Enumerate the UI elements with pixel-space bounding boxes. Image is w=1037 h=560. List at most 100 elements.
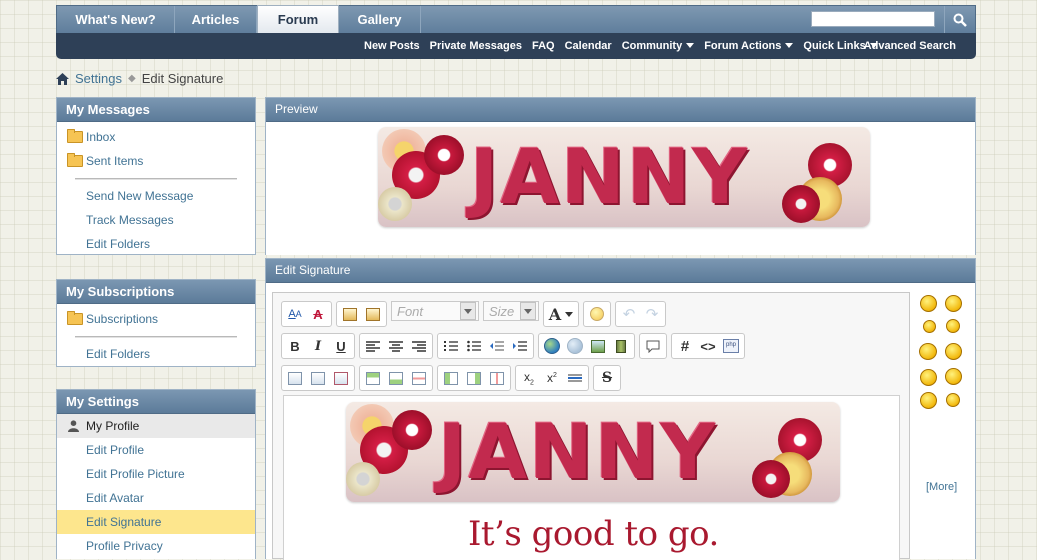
- navbar-tabs: What's New? Articles Forum Gallery: [56, 5, 976, 34]
- smiley-icon[interactable]: [920, 392, 937, 409]
- quote-icon[interactable]: [643, 337, 663, 355]
- sidebar-item-inbox[interactable]: Inbox: [57, 125, 255, 149]
- outdent-icon[interactable]: [487, 337, 507, 355]
- tab-gallery[interactable]: Gallery: [339, 6, 421, 33]
- insert-link-icon[interactable]: [542, 337, 562, 355]
- breadcrumb-settings[interactable]: Settings: [75, 71, 122, 86]
- italic-icon[interactable]: I: [308, 337, 328, 355]
- redo-icon[interactable]: ↷: [642, 305, 662, 323]
- toolbar-group: x2 x2: [515, 365, 589, 391]
- text-color-icon[interactable]: A: [547, 305, 575, 324]
- my-messages-title: My Messages: [57, 98, 255, 122]
- remove-format-icon[interactable]: A: [308, 305, 328, 323]
- sidebar-item-edit-folders[interactable]: Edit Folders: [57, 232, 255, 256]
- smiley-icon[interactable]: [945, 343, 962, 360]
- sidebar-item-label: Sent Items: [86, 154, 144, 168]
- smiley-icon[interactable]: [920, 369, 937, 386]
- smiley-icon[interactable]: [945, 368, 962, 385]
- search-button[interactable]: [944, 6, 975, 33]
- breadcrumb-separator-icon: ◆: [127, 73, 136, 84]
- subnav-new-posts[interactable]: New Posts: [359, 33, 425, 59]
- toolbar-group: # <> php: [671, 333, 745, 359]
- wrap-php-icon[interactable]: php: [721, 337, 741, 355]
- toolbar-group: AA A: [281, 301, 332, 327]
- insert-row-below-icon[interactable]: [386, 369, 406, 387]
- insert-row-above-icon[interactable]: [363, 369, 383, 387]
- janny-banner: JANNY: [346, 402, 840, 502]
- underline-icon[interactable]: U: [331, 337, 351, 355]
- text-size-icon[interactable]: AA: [285, 305, 305, 323]
- strikethrough-icon[interactable]: S: [597, 369, 617, 387]
- font-select[interactable]: Font: [391, 301, 479, 321]
- horizontal-rule-icon[interactable]: [565, 369, 585, 387]
- sidebar-item-edit-signature[interactable]: Edit Signature: [57, 510, 255, 534]
- paste-icon[interactable]: [340, 305, 360, 323]
- subnav-calendar[interactable]: Calendar: [560, 33, 617, 59]
- insert-image-icon[interactable]: [588, 337, 608, 355]
- search-input[interactable]: [811, 11, 935, 27]
- sidebar-item-profile-privacy[interactable]: Profile Privacy: [57, 534, 255, 558]
- paste-text-icon[interactable]: [363, 305, 383, 323]
- sidebar-item-edit-folders[interactable]: Edit Folders: [57, 342, 255, 366]
- tab-articles[interactable]: Articles: [175, 6, 257, 33]
- breadcrumb-current: Edit Signature: [141, 71, 224, 86]
- table-properties-icon[interactable]: [308, 369, 328, 387]
- smiley-icon[interactable]: [946, 319, 960, 333]
- folder-icon: [67, 153, 83, 167]
- delete-table-icon[interactable]: [331, 369, 351, 387]
- tab-forum[interactable]: Forum: [257, 5, 339, 34]
- flower-decoration: [392, 410, 432, 450]
- size-select[interactable]: Size: [483, 301, 539, 321]
- smiley-icon[interactable]: [920, 295, 937, 312]
- delete-column-icon[interactable]: [487, 369, 507, 387]
- home-icon[interactable]: [56, 72, 69, 85]
- smiley-icon[interactable]: [587, 305, 607, 323]
- insert-column-right-icon[interactable]: [464, 369, 484, 387]
- align-center-icon[interactable]: [386, 337, 406, 355]
- smiley-icon[interactable]: [945, 295, 962, 312]
- smiley-icon[interactable]: [923, 320, 936, 333]
- sidebar-item-edit-profile-picture[interactable]: Edit Profile Picture: [57, 462, 255, 486]
- toolbar-group: [583, 301, 611, 327]
- indent-icon[interactable]: [510, 337, 530, 355]
- sidebar-item-sent-items[interactable]: Sent Items: [57, 149, 255, 173]
- wrap-code-html-icon[interactable]: <>: [698, 337, 718, 355]
- sidebar-item-edit-avatar[interactable]: Edit Avatar: [57, 486, 255, 510]
- subnav-community[interactable]: Community: [617, 33, 700, 59]
- sidebar-item-edit-profile[interactable]: Edit Profile: [57, 438, 255, 462]
- sidebar-item-subscriptions[interactable]: Subscriptions: [57, 307, 255, 331]
- bold-icon[interactable]: B: [285, 337, 305, 355]
- delete-row-icon[interactable]: [409, 369, 429, 387]
- align-right-icon[interactable]: [409, 337, 429, 355]
- toolbar-row-1: AA A Font Size A ↶ ↷: [281, 301, 666, 327]
- unordered-list-icon[interactable]: [464, 337, 484, 355]
- remove-link-icon[interactable]: [565, 337, 585, 355]
- wrap-code-hash-icon[interactable]: #: [675, 337, 695, 355]
- flower-decoration: [782, 185, 820, 223]
- undo-icon[interactable]: ↶: [619, 305, 639, 323]
- flower-decoration: [752, 460, 790, 498]
- insert-column-left-icon[interactable]: [441, 369, 461, 387]
- signature-editor-content[interactable]: JANNY It’s good to go.: [283, 395, 900, 560]
- tab-whats-new[interactable]: What's New?: [57, 6, 175, 33]
- font-select-placeholder: Font: [397, 303, 424, 319]
- subnav-forum-actions[interactable]: Forum Actions: [699, 33, 798, 59]
- smiley-icon[interactable]: [919, 343, 937, 360]
- subnav-private-messages[interactable]: Private Messages: [425, 33, 527, 59]
- sidebar-item-label: Inbox: [86, 130, 116, 144]
- align-left-icon[interactable]: [363, 337, 383, 355]
- sidebar-item-send-new-message[interactable]: Send New Message: [57, 184, 255, 208]
- advanced-search-link[interactable]: Advanced Search: [864, 33, 956, 59]
- more-smilies-link[interactable]: [More]: [926, 481, 957, 493]
- subnav-forum-actions-label: Forum Actions: [704, 40, 782, 52]
- toolbar-group: [639, 333, 667, 359]
- insert-table-icon[interactable]: [285, 369, 305, 387]
- sidebar-item-track-messages[interactable]: Track Messages: [57, 208, 255, 232]
- chevron-down-icon: [686, 43, 695, 48]
- insert-video-icon[interactable]: [611, 337, 631, 355]
- subnav-faq[interactable]: FAQ: [527, 33, 560, 59]
- smiley-icon[interactable]: [946, 393, 960, 407]
- subscript-icon[interactable]: x2: [519, 369, 539, 387]
- ordered-list-icon[interactable]: [441, 337, 461, 355]
- superscript-icon[interactable]: x2: [542, 369, 562, 387]
